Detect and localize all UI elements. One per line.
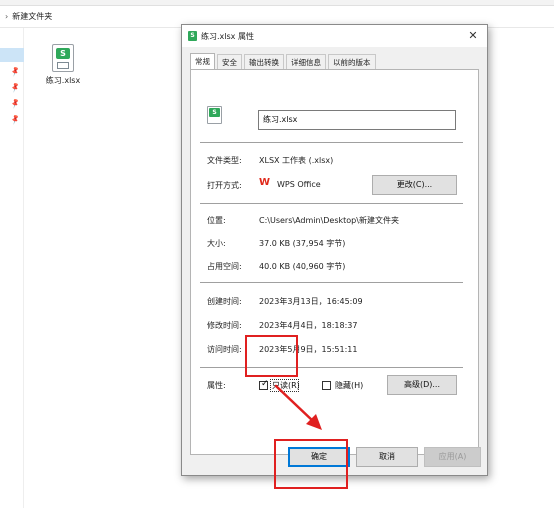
hidden-label[interactable]: 隐藏(H) xyxy=(335,380,363,391)
change-button[interactable]: 更改(C)... xyxy=(372,175,457,195)
divider xyxy=(200,367,463,368)
wps-logo-icon: W xyxy=(259,177,271,188)
attributes-label: 属性: xyxy=(207,381,226,390)
general-panel: S 练习.xlsx 文件类型: XLSX 工作表 (.xlsx) 打开方式: W… xyxy=(190,69,479,455)
modified-value: 2023年4月4日，18:18:37 xyxy=(259,321,358,330)
cancel-button[interactable]: 取消 xyxy=(356,447,418,467)
file-type-label: 文件类型: xyxy=(207,156,242,165)
spreadsheet-badge: S xyxy=(209,108,220,117)
apply-button[interactable]: 应用(A) xyxy=(424,447,481,467)
dialog-title: 练习.xlsx 属性 xyxy=(201,31,254,41)
xlsx-title-icon: S xyxy=(188,31,197,41)
xlsx-file-icon: S xyxy=(52,44,74,72)
chevron-right-icon[interactable]: › xyxy=(5,12,8,21)
location-value: C:\Users\Admin\Desktop\新建文件夹 xyxy=(259,216,399,225)
divider xyxy=(200,203,463,204)
divider xyxy=(200,282,463,283)
check-icon: ✓ xyxy=(261,379,269,389)
size-on-disk-label: 占用空间: xyxy=(207,262,242,271)
xlsx-large-icon: S xyxy=(207,106,222,124)
close-button[interactable]: ✕ xyxy=(465,28,481,44)
divider xyxy=(200,142,463,143)
file-item[interactable]: S 练习.xlsx xyxy=(40,44,86,86)
tab-details[interactable]: 详细信息 xyxy=(286,54,326,70)
spreadsheet-badge: S xyxy=(56,48,70,59)
accessed-label: 访问时间: xyxy=(207,345,242,354)
open-with-value: WPS Office xyxy=(277,180,321,189)
created-value: 2023年3月13日，16:45:09 xyxy=(259,297,363,306)
grid-glyph xyxy=(57,62,69,69)
breadcrumb-folder[interactable]: 新建文件夹 xyxy=(12,11,52,22)
file-name-label: 练习.xlsx xyxy=(45,76,81,85)
location-label: 位置: xyxy=(207,216,226,225)
size-on-disk-value: 40.0 KB (40,960 字节) xyxy=(259,262,346,271)
highlight-box-ok xyxy=(274,439,348,489)
nav-selected-item[interactable] xyxy=(0,48,24,62)
highlight-box-readonly xyxy=(245,335,298,377)
size-value: 37.0 KB (37,954 字节) xyxy=(259,239,346,248)
properties-dialog: S 练习.xlsx 属性 ✕ 常规 安全 输出转换 详细信息 以前的版本 S 练… xyxy=(181,24,488,476)
tab-output-conversion[interactable]: 输出转换 xyxy=(244,54,284,70)
file-name-input[interactable]: 练习.xlsx xyxy=(258,110,456,130)
advanced-button[interactable]: 高级(D)... xyxy=(387,375,457,395)
red-arrow-icon xyxy=(274,384,322,430)
tab-security[interactable]: 安全 xyxy=(217,54,242,70)
size-label: 大小: xyxy=(207,239,226,248)
open-with-label: 打开方式: xyxy=(207,181,242,190)
dialog-titlebar[interactable]: S 练习.xlsx 属性 ✕ xyxy=(182,25,487,47)
tab-general[interactable]: 常规 xyxy=(190,53,215,70)
file-type-value: XLSX 工作表 (.xlsx) xyxy=(259,156,334,165)
created-label: 创建时间: xyxy=(207,297,242,306)
tab-previous-versions[interactable]: 以前的版本 xyxy=(328,54,376,70)
readonly-checkbox[interactable]: ✓ xyxy=(259,379,269,390)
tab-strip: 常规 安全 输出转换 详细信息 以前的版本 xyxy=(190,53,378,70)
modified-label: 修改时间: xyxy=(207,321,242,330)
